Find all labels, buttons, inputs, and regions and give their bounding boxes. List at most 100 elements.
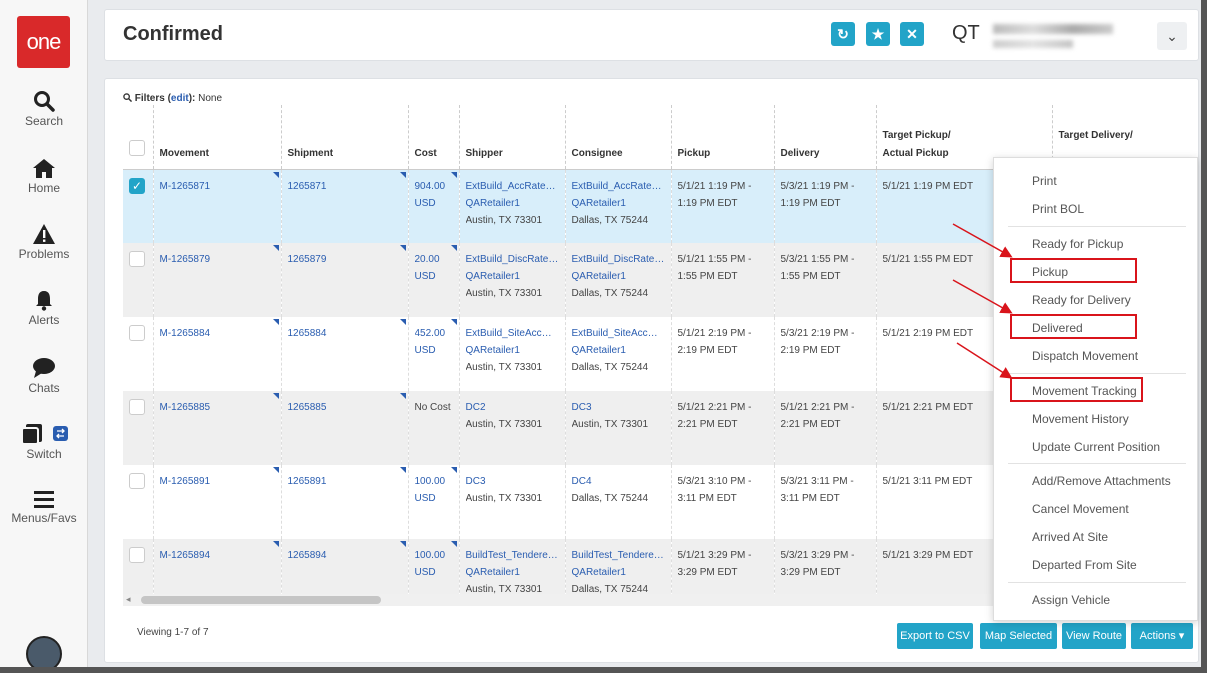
cost-link[interactable]: 100.00 (415, 547, 453, 564)
export-csv-button[interactable]: Export to CSV (897, 623, 973, 649)
shipper-link[interactable]: ExtBuild_DiscRate_... (466, 251, 559, 268)
menu-arrived-at-site[interactable]: Arrived At Site (1032, 530, 1108, 544)
col-delivery[interactable]: Delivery (773, 105, 876, 170)
view-route-button[interactable]: View Route (1062, 623, 1126, 649)
consignee-link[interactable]: BuildTest_Tendered2 (572, 547, 665, 564)
select-all-checkbox[interactable] (129, 139, 145, 156)
nav-switch[interactable]: Switch (0, 421, 88, 461)
menu-ready-for-delivery[interactable]: Ready for Delivery (1032, 293, 1131, 307)
movement-link[interactable]: M-1265891 (160, 473, 275, 490)
refresh-button[interactable]: ↻ (831, 22, 855, 46)
scroll-left-icon[interactable]: ◂ (126, 594, 131, 605)
cell-menu-indicator[interactable] (399, 393, 406, 399)
menu-print-bol[interactable]: Print BOL (1032, 202, 1084, 216)
row-checkbox[interactable] (129, 399, 145, 415)
map-selected-button[interactable]: Map Selected (980, 623, 1057, 649)
shipper-link[interactable]: BuildTest_Tendered1 (466, 547, 559, 564)
cost-link[interactable]: 904.00 (415, 178, 453, 195)
row-select-cell[interactable] (123, 391, 153, 465)
cell-menu-indicator[interactable] (450, 245, 457, 251)
cell-menu-indicator[interactable] (450, 467, 457, 473)
menu-cancel-movement[interactable]: Cancel Movement (1032, 502, 1129, 516)
shipper-link[interactable]: ExtBuild_AccRate_S... (466, 178, 559, 195)
cell-menu-indicator[interactable] (272, 393, 279, 399)
cell-menu-indicator[interactable] (450, 319, 457, 325)
shipper-org-link[interactable]: QARetailer1 (466, 342, 559, 359)
nav-menus-favs[interactable]: Menus/Favs (0, 489, 88, 525)
close-button[interactable]: ✕ (900, 22, 924, 46)
row-select-cell[interactable] (123, 539, 153, 595)
menu-departed-from-site[interactable]: Departed From Site (1032, 558, 1137, 572)
col-shipment[interactable]: Shipment (280, 105, 408, 170)
cost-link[interactable]: 20.00 (415, 251, 453, 268)
shipment-link[interactable]: 1265894 (288, 547, 402, 564)
row-checkbox[interactable] (129, 547, 145, 563)
cost-currency[interactable]: USD (415, 195, 453, 212)
scrollbar-thumb[interactable] (141, 596, 381, 604)
favorite-button[interactable]: ★ (866, 22, 890, 46)
row-checkbox[interactable] (129, 251, 145, 267)
cell-menu-indicator[interactable] (272, 319, 279, 325)
shipment-link[interactable]: 1265871 (288, 178, 402, 195)
cell-menu-indicator[interactable] (272, 245, 279, 251)
menu-update-current-position[interactable]: Update Current Position (1032, 440, 1160, 454)
menu-dispatch-movement[interactable]: Dispatch Movement (1032, 349, 1138, 363)
shipment-link[interactable]: 1265884 (288, 325, 402, 342)
shipper-link[interactable]: DC2 (466, 399, 559, 416)
movement-link[interactable]: M-1265885 (160, 399, 275, 416)
shipment-link[interactable]: 1265891 (288, 473, 402, 490)
nav-problems[interactable]: Problems (0, 223, 88, 261)
cost-currency[interactable]: USD (415, 268, 453, 285)
consignee-org-link[interactable]: QARetailer1 (572, 268, 665, 285)
consignee-link[interactable]: DC3 (572, 399, 665, 416)
user-menu-toggle[interactable]: ⌄ (1157, 22, 1187, 50)
row-checkbox[interactable]: ✓ (129, 177, 145, 194)
menu-ready-for-pickup[interactable]: Ready for Pickup (1032, 237, 1123, 251)
row-select-cell[interactable] (123, 465, 153, 539)
shipment-link[interactable]: 1265879 (288, 251, 402, 268)
menu-add-remove-attachments[interactable]: Add/Remove Attachments (1032, 474, 1171, 488)
actions-button[interactable]: Actions ▾ (1131, 623, 1193, 649)
nav-search[interactable]: Search (0, 90, 88, 128)
cell-menu-indicator[interactable] (450, 171, 457, 178)
row-checkbox[interactable] (129, 473, 145, 489)
cell-menu-indicator[interactable] (399, 541, 406, 547)
user-initials[interactable]: QT (952, 22, 980, 45)
shipper-org-link[interactable]: QARetailer1 (466, 195, 559, 212)
nav-chats[interactable]: Chats (0, 357, 88, 395)
row-select-cell[interactable]: ✓ (123, 169, 153, 243)
row-checkbox[interactable] (129, 325, 145, 341)
cost-link[interactable]: 100.00 (415, 473, 453, 490)
nav-alerts[interactable]: Alerts (0, 289, 88, 327)
consignee-link[interactable]: ExtBuild_AccRate_S... (572, 178, 665, 195)
menu-print[interactable]: Print (1032, 174, 1057, 188)
col-shipper[interactable]: Shipper (458, 105, 565, 170)
app-logo[interactable]: one (17, 16, 70, 68)
cell-menu-indicator[interactable] (399, 245, 406, 251)
consignee-org-link[interactable]: QARetailer1 (572, 195, 665, 212)
shipper-link[interactable]: DC3 (466, 473, 559, 490)
cell-menu-indicator[interactable] (272, 171, 279, 178)
cell-menu-indicator[interactable] (399, 319, 406, 325)
cell-menu-indicator[interactable] (399, 467, 406, 473)
consignee-org-link[interactable]: QARetailer1 (572, 342, 665, 359)
col-pickup[interactable]: Pickup (670, 105, 774, 170)
cell-menu-indicator[interactable] (272, 467, 279, 473)
shipment-link[interactable]: 1265885 (288, 399, 402, 416)
cell-menu-indicator[interactable] (450, 541, 457, 547)
consignee-link[interactable]: DC4 (572, 473, 665, 490)
cost-link[interactable]: 452.00 (415, 325, 453, 342)
movement-link[interactable]: M-1265871 (160, 178, 275, 195)
cell-menu-indicator[interactable] (272, 541, 279, 547)
cost-currency[interactable]: USD (415, 490, 453, 507)
nav-home[interactable]: Home (0, 157, 88, 195)
movement-link[interactable]: M-1265879 (160, 251, 275, 268)
consignee-link[interactable]: ExtBuild_DiscRate_... (572, 251, 665, 268)
menu-movement-history[interactable]: Movement History (1032, 412, 1129, 426)
cell-menu-indicator[interactable] (399, 171, 406, 178)
col-cost[interactable]: Cost (407, 105, 459, 170)
movement-link[interactable]: M-1265894 (160, 547, 275, 564)
col-movement[interactable]: Movement (152, 105, 281, 170)
row-select-cell[interactable] (123, 317, 153, 391)
shipper-org-link[interactable]: QARetailer1 (466, 268, 559, 285)
